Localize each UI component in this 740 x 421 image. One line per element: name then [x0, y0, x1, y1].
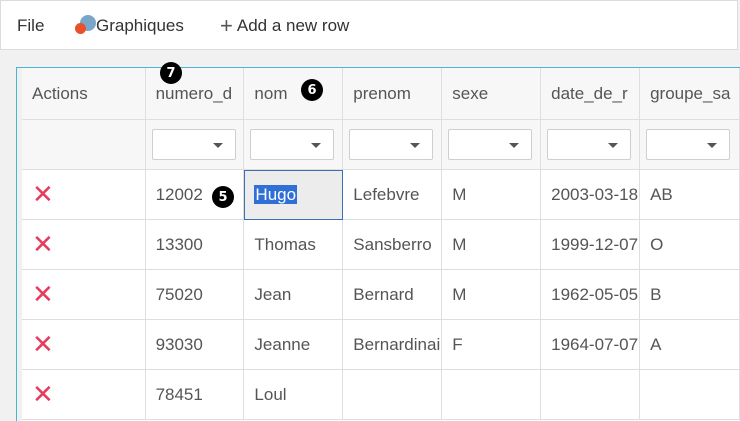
data-grid: Actions numero_d nom prenom sexe date_de…	[16, 67, 740, 421]
filter-select-sexe[interactable]	[448, 129, 533, 160]
filter-cell-sexe	[441, 119, 542, 170]
caret-down-icon	[410, 143, 421, 148]
cell-date[interactable]: 1964-07-07	[540, 319, 641, 370]
cell-prenom[interactable]: Lefebvre	[342, 169, 443, 220]
file-menu[interactable]: File	[17, 1, 44, 51]
cell-groupe[interactable]	[639, 369, 740, 420]
filter-cell-prenom	[342, 119, 443, 170]
graphiques-menu-label: Graphiques	[96, 16, 184, 35]
chart-bubbles-icon	[74, 15, 96, 37]
filter-cell-date	[540, 119, 641, 170]
col-header-date[interactable]: date_de_r	[540, 68, 641, 120]
table-row: ✕ 13300 Thomas Sansberro M 1999-12-07 O	[22, 219, 740, 270]
cell-groupe[interactable]: AB	[639, 169, 740, 220]
cell-prenom[interactable]: Sansberro	[342, 219, 443, 270]
table-row: ✕ 78451 Loul	[22, 369, 740, 420]
menubar: File Graphiques + Add a new row	[0, 0, 738, 50]
filter-select-groupe[interactable]	[646, 129, 731, 160]
annotation-badge-5: 5	[212, 186, 234, 208]
table-row: ✕ 12002 Hugo Lefebvre M 2003-03-18 AB	[22, 169, 740, 220]
file-menu-label: File	[17, 16, 45, 35]
cell-nom[interactable]: Jeanne	[243, 319, 344, 370]
cell-nom-editing[interactable]: Hugo	[243, 169, 344, 220]
actions-cell: ✕	[22, 169, 146, 220]
col-header-prenom[interactable]: prenom	[342, 68, 443, 120]
cell-numero[interactable]: 78451	[145, 369, 245, 420]
filter-select-numero[interactable]	[151, 129, 236, 160]
selected-text[interactable]: Hugo	[254, 184, 298, 204]
cell-sexe[interactable]: M	[441, 269, 542, 320]
cell-prenom[interactable]: Bernardinai	[342, 319, 443, 370]
cell-groupe[interactable]: O	[639, 219, 740, 270]
cell-nom[interactable]: Jean	[243, 269, 344, 320]
caret-down-icon	[509, 143, 520, 148]
delete-row-icon[interactable]: ✕	[32, 231, 54, 257]
cell-prenom[interactable]	[342, 369, 443, 420]
actions-cell: ✕	[22, 269, 146, 320]
cell-groupe[interactable]: B	[639, 269, 740, 320]
cell-numero[interactable]: 13300	[145, 219, 245, 270]
add-row-label: Add a new row	[236, 16, 350, 35]
header-row: Actions numero_d nom prenom sexe date_de…	[22, 68, 740, 120]
add-row-button[interactable]: + Add a new row	[220, 1, 349, 51]
cell-nom[interactable]: Thomas	[243, 219, 344, 270]
caret-down-icon	[707, 143, 718, 148]
filter-cell-nom	[243, 119, 344, 170]
delete-row-icon[interactable]: ✕	[32, 331, 54, 357]
caret-down-icon	[608, 143, 619, 148]
cell-sexe[interactable]	[441, 369, 542, 420]
cell-sexe[interactable]: F	[441, 319, 542, 370]
annotation-badge-7: 7	[160, 62, 182, 84]
caret-down-icon	[311, 143, 322, 148]
caret-down-icon	[212, 143, 223, 148]
cell-numero[interactable]: 93030	[145, 319, 245, 370]
cell-sexe[interactable]: M	[441, 169, 542, 220]
cell-prenom[interactable]: Bernard	[342, 269, 443, 320]
actions-cell: ✕	[22, 369, 146, 420]
cell-date[interactable]	[540, 369, 641, 420]
col-header-sexe[interactable]: sexe	[441, 68, 542, 120]
delete-row-icon[interactable]: ✕	[32, 181, 54, 207]
plus-icon: +	[220, 13, 233, 38]
filter-select-date[interactable]	[547, 129, 632, 160]
filter-cell-groupe	[639, 119, 740, 170]
cell-date[interactable]: 2003-03-18	[540, 169, 641, 220]
cell-nom[interactable]: Loul	[243, 369, 344, 420]
annotation-badge-6: 6	[301, 79, 323, 101]
cell-numero[interactable]: 75020	[145, 269, 245, 320]
actions-cell: ✕	[22, 319, 146, 370]
table-row: ✕ 93030 Jeanne Bernardinai F 1964-07-07 …	[22, 319, 740, 370]
delete-row-icon[interactable]: ✕	[32, 381, 54, 407]
actions-cell: ✕	[22, 219, 146, 270]
col-header-groupe[interactable]: groupe_sa	[639, 68, 740, 120]
grid-table: Actions numero_d nom prenom sexe date_de…	[22, 68, 740, 420]
col-header-actions: Actions	[22, 68, 146, 120]
filter-select-nom[interactable]	[250, 129, 335, 160]
filter-cell-numero	[145, 119, 245, 170]
cell-sexe[interactable]: M	[441, 219, 542, 270]
filter-cell-actions	[22, 119, 146, 170]
cell-groupe[interactable]: A	[639, 319, 740, 370]
graphiques-menu[interactable]: Graphiques	[74, 1, 184, 51]
table-row: ✕ 75020 Jean Bernard M 1962-05-05 B	[22, 269, 740, 320]
delete-row-icon[interactable]: ✕	[32, 281, 54, 307]
cell-date[interactable]: 1999-12-07	[540, 219, 641, 270]
col-header-nom[interactable]: nom	[243, 68, 344, 120]
cell-date[interactable]: 1962-05-05	[540, 269, 641, 320]
filter-row	[22, 119, 740, 170]
filter-select-prenom[interactable]	[349, 129, 434, 160]
